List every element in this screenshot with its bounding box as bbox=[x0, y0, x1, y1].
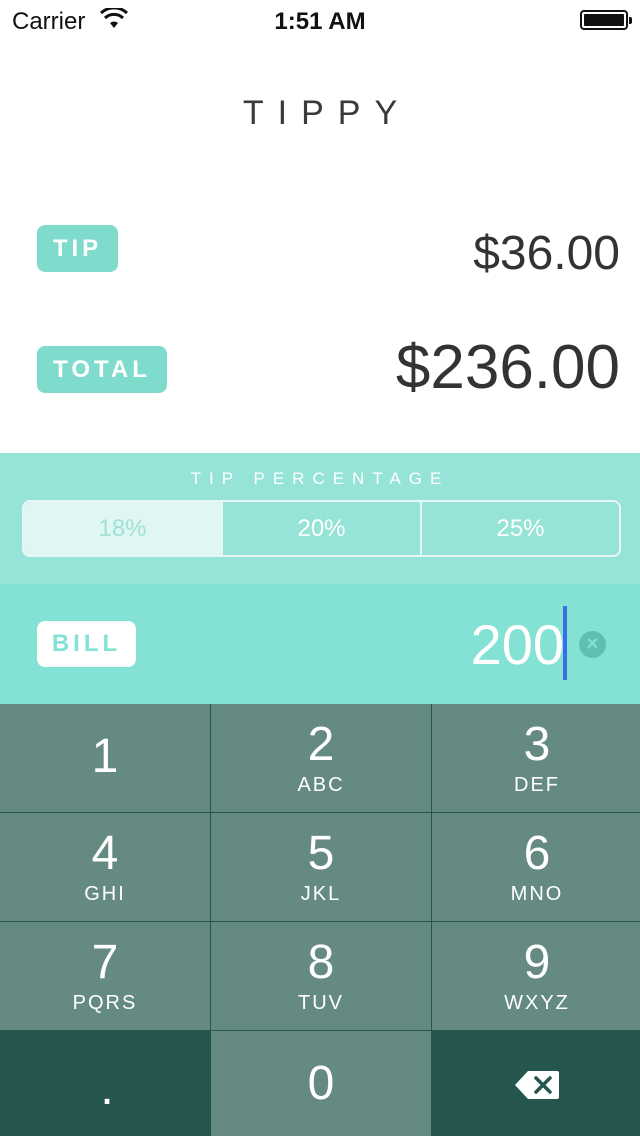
key-digit: 3 bbox=[523, 718, 551, 771]
tip-label: TIP bbox=[37, 225, 118, 272]
key-digit: 0 bbox=[307, 1057, 335, 1110]
key-4[interactable]: 4 GHI bbox=[0, 813, 210, 921]
key-letters: WXYZ bbox=[504, 992, 570, 1014]
key-3[interactable]: 3 DEF bbox=[432, 704, 640, 812]
key-0[interactable]: 0 bbox=[211, 1031, 431, 1136]
key-digit: . bbox=[100, 1062, 114, 1115]
key-digit: 2 bbox=[307, 718, 335, 771]
bill-label: BILL bbox=[37, 621, 136, 667]
key-2[interactable]: 2 ABC bbox=[211, 704, 431, 812]
tip-amount: $36.00 bbox=[473, 227, 620, 280]
key-digit: 9 bbox=[523, 936, 551, 989]
tip-option-18[interactable]: 18% bbox=[24, 502, 221, 555]
clear-icon[interactable]: × bbox=[579, 631, 606, 658]
battery-icon bbox=[580, 10, 632, 30]
key-backspace[interactable] bbox=[432, 1031, 640, 1136]
key-letters: TUV bbox=[298, 992, 344, 1014]
key-1[interactable]: 1 bbox=[0, 704, 210, 812]
key-letters: ABC bbox=[297, 774, 345, 796]
key-digit: 6 bbox=[523, 827, 551, 880]
numeric-keypad: 1 2 ABC 3 DEF 4 GHI 5 JKL 6 MNO 7 PQRS 8… bbox=[0, 704, 640, 1136]
tip-percentage-heading: TIP PERCENTAGE bbox=[190, 469, 450, 488]
key-8[interactable]: 8 TUV bbox=[211, 922, 431, 1030]
tip-percentage-panel: TIP PERCENTAGE 18% 20% 25% bbox=[0, 453, 640, 584]
key-letters: GHI bbox=[84, 883, 126, 905]
key-digit: 8 bbox=[307, 936, 335, 989]
tip-option-25[interactable]: 25% bbox=[420, 502, 619, 555]
app-title: TIPPY bbox=[242, 94, 412, 132]
key-letters: DEF bbox=[514, 774, 560, 796]
key-digit: 5 bbox=[307, 827, 335, 880]
tip-option-20[interactable]: 20% bbox=[221, 502, 420, 555]
key-digit: 7 bbox=[91, 936, 119, 989]
key-9[interactable]: 9 WXYZ bbox=[432, 922, 640, 1030]
text-caret bbox=[563, 606, 567, 680]
status-time: 1:51 AM bbox=[274, 8, 366, 35]
key-5[interactable]: 5 JKL bbox=[211, 813, 431, 921]
total-amount: $236.00 bbox=[395, 333, 620, 402]
key-letters: PQRS bbox=[72, 992, 138, 1014]
key-letters: JKL bbox=[300, 883, 342, 905]
bill-input[interactable] bbox=[264, 612, 564, 677]
key-decimal[interactable]: . bbox=[0, 1031, 210, 1136]
bill-panel: BILL × bbox=[0, 584, 640, 704]
key-letters: MNO bbox=[510, 883, 564, 905]
backspace-icon bbox=[515, 1071, 559, 1099]
key-6[interactable]: 6 MNO bbox=[432, 813, 640, 921]
key-digit: 4 bbox=[91, 827, 119, 880]
total-label: TOTAL bbox=[37, 346, 167, 393]
key-7[interactable]: 7 PQRS bbox=[0, 922, 210, 1030]
tip-percentage-control: 18% 20% 25% bbox=[22, 500, 621, 557]
key-digit: 1 bbox=[91, 730, 119, 783]
status-bar: Carrier 1:51 AM bbox=[0, 0, 640, 40]
